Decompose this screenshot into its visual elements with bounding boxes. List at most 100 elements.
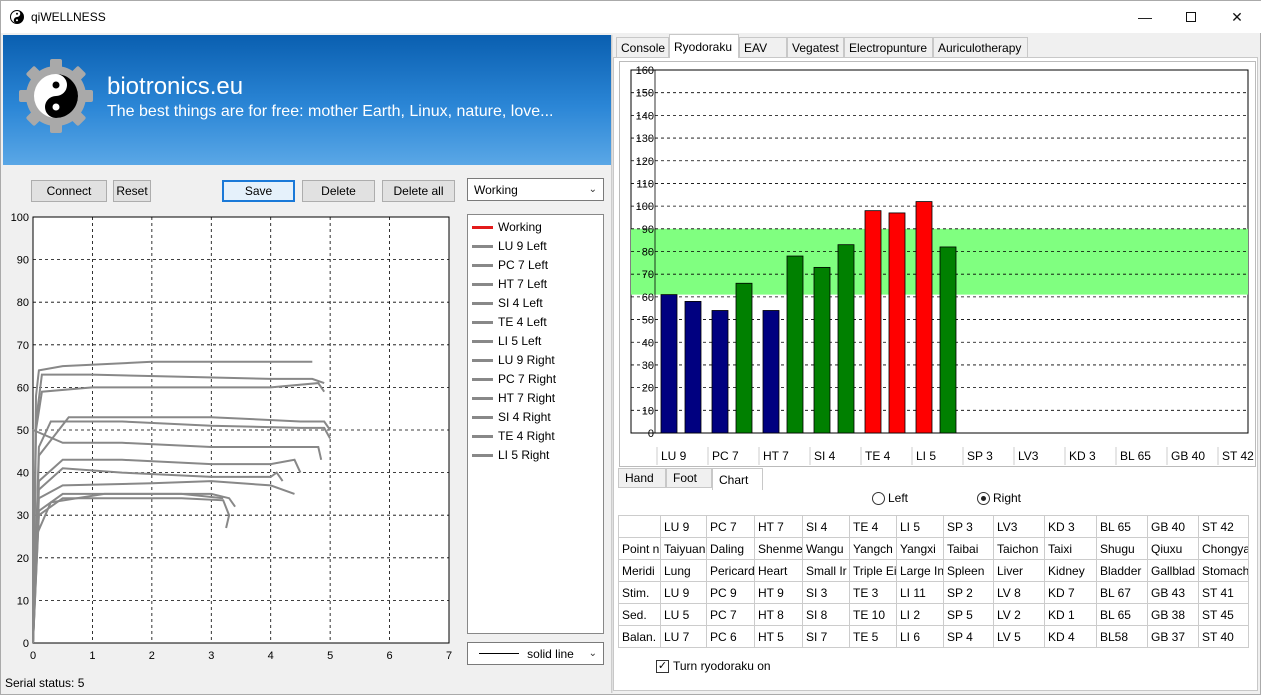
table-cell[interactable]: KD 3	[1044, 515, 1097, 538]
table-cell[interactable]: Small Ir	[802, 559, 850, 582]
table-cell[interactable]: TE 4	[849, 515, 897, 538]
delete-all-button[interactable]: Delete all	[382, 180, 455, 202]
table-cell[interactable]: GB 38	[1147, 603, 1199, 626]
table-cell[interactable]: ST 42	[1198, 515, 1249, 538]
table-cell[interactable]: Qiuxu	[1147, 537, 1199, 560]
legend-item[interactable]: HT 7 Left	[472, 275, 547, 293]
table-cell[interactable]: LI 6	[896, 625, 944, 648]
table-cell[interactable]: LV 5	[993, 625, 1045, 648]
row-header-cell[interactable]: Balan.	[618, 625, 661, 648]
table-cell[interactable]: LI 11	[896, 581, 944, 604]
table-cell[interactable]: SP 5	[943, 603, 994, 626]
close-button[interactable]: ✕	[1214, 1, 1260, 33]
table-cell[interactable]: PC 7	[706, 603, 755, 626]
legend-item[interactable]: TE 4 Left	[472, 313, 547, 331]
table-cell[interactable]: SI 8	[802, 603, 850, 626]
table-cell[interactable]: BL 67	[1096, 581, 1148, 604]
table-cell[interactable]: SI 3	[802, 581, 850, 604]
table-cell[interactable]: Shenme	[754, 537, 803, 560]
tab-ryodoraku[interactable]: Ryodoraku	[669, 34, 739, 58]
subtab-hand[interactable]: Hand	[618, 468, 666, 488]
table-cell[interactable]: LI 5	[896, 515, 944, 538]
table-cell[interactable]: Yangch	[849, 537, 897, 560]
legend-item[interactable]: HT 7 Right	[472, 389, 555, 407]
table-cell[interactable]: HT 7	[754, 515, 803, 538]
line-style-select[interactable]: solid line ⌄	[467, 642, 604, 665]
legend-item[interactable]: Working	[472, 218, 542, 236]
table-cell[interactable]: LI 2	[896, 603, 944, 626]
table-cell[interactable]: LV 2	[993, 603, 1045, 626]
subtab-chart[interactable]: Chart	[712, 468, 763, 490]
table-cell[interactable]: Pericard	[706, 559, 755, 582]
table-cell[interactable]: Heart	[754, 559, 803, 582]
legend-item[interactable]: LU 9 Left	[472, 237, 547, 255]
table-cell[interactable]: HT 8	[754, 603, 803, 626]
legend-item[interactable]: LI 5 Right	[472, 446, 549, 464]
table-cell[interactable]: KD 7	[1044, 581, 1097, 604]
table-cell[interactable]: GB 37	[1147, 625, 1199, 648]
table-cell[interactable]: LU 5	[660, 603, 707, 626]
radio-left[interactable]: Left	[872, 491, 908, 505]
table-cell[interactable]: BL58	[1096, 625, 1148, 648]
table-cell[interactable]: SP 2	[943, 581, 994, 604]
table-cell[interactable]: HT 9	[754, 581, 803, 604]
table-cell[interactable]: LV3	[993, 515, 1045, 538]
table-cell[interactable]: GB 43	[1147, 581, 1199, 604]
table-cell[interactable]: SP 3	[943, 515, 994, 538]
table-cell[interactable]: BL 65	[1096, 515, 1148, 538]
row-header-cell[interactable]: Point n	[618, 537, 661, 560]
table-cell[interactable]: Spleen	[943, 559, 994, 582]
legend-item[interactable]: SI 4 Left	[472, 294, 543, 312]
tab-console[interactable]: Console	[616, 37, 669, 58]
delete-button[interactable]: Delete	[302, 180, 375, 202]
connect-button[interactable]: Connect	[31, 180, 107, 202]
legend-item[interactable]: PC 7 Left	[472, 256, 548, 274]
table-cell[interactable]: Gallblad	[1147, 559, 1199, 582]
table-cell[interactable]: KD 1	[1044, 603, 1097, 626]
legend-item[interactable]: LI 5 Left	[472, 332, 541, 350]
table-cell[interactable]: Lung	[660, 559, 707, 582]
table-cell[interactable]: SI 7	[802, 625, 850, 648]
series-select[interactable]: Working ⌄	[467, 178, 604, 201]
tab-eav[interactable]: EAV	[739, 37, 787, 58]
row-header-cell[interactable]	[618, 515, 661, 538]
table-cell[interactable]: Wangu	[802, 537, 850, 560]
tab-auriculotherapy[interactable]: Auriculotherapy	[933, 37, 1028, 58]
reset-button[interactable]: Reset	[113, 180, 151, 202]
radio-right[interactable]: Right	[977, 491, 1021, 505]
table-cell[interactable]: Yangxi	[896, 537, 944, 560]
table-cell[interactable]: PC 9	[706, 581, 755, 604]
table-cell[interactable]: LU 9	[660, 581, 707, 604]
table-cell[interactable]: ST 45	[1198, 603, 1249, 626]
table-cell[interactable]: Taichon	[993, 537, 1045, 560]
maximize-button[interactable]	[1168, 1, 1214, 33]
table-cell[interactable]: ST 40	[1198, 625, 1249, 648]
table-cell[interactable]: Kidney	[1044, 559, 1097, 582]
table-cell[interactable]: Bladder	[1096, 559, 1148, 582]
row-header-cell[interactable]: Sed.	[618, 603, 661, 626]
table-cell[interactable]: SI 4	[802, 515, 850, 538]
save-button[interactable]: Save	[222, 180, 295, 202]
table-cell[interactable]: Large In	[896, 559, 944, 582]
legend-item[interactable]: LU 9 Right	[472, 351, 555, 369]
legend-item[interactable]: PC 7 Right	[472, 370, 556, 388]
table-cell[interactable]: GB 40	[1147, 515, 1199, 538]
subtab-foot[interactable]: Foot	[666, 468, 712, 488]
table-cell[interactable]: HT 5	[754, 625, 803, 648]
table-cell[interactable]: KD 4	[1044, 625, 1097, 648]
minimize-button[interactable]: —	[1122, 1, 1168, 33]
legend-item[interactable]: TE 4 Right	[472, 427, 555, 445]
table-cell[interactable]: Taiyuan	[660, 537, 707, 560]
table-cell[interactable]: ST 41	[1198, 581, 1249, 604]
ryodoraku-toggle[interactable]: ✓ Turn ryodoraku on	[656, 659, 771, 673]
legend-item[interactable]: SI 4 Right	[472, 408, 551, 426]
row-header-cell[interactable]: Stim.	[618, 581, 661, 604]
row-header-cell[interactable]: Meridi	[618, 559, 661, 582]
table-cell[interactable]: SP 4	[943, 625, 994, 648]
table-cell[interactable]: LV 8	[993, 581, 1045, 604]
table-cell[interactable]: Stomach	[1198, 559, 1249, 582]
table-cell[interactable]: Taibai	[943, 537, 994, 560]
table-cell[interactable]: LU 9	[660, 515, 707, 538]
table-cell[interactable]: PC 6	[706, 625, 755, 648]
table-cell[interactable]: Daling	[706, 537, 755, 560]
